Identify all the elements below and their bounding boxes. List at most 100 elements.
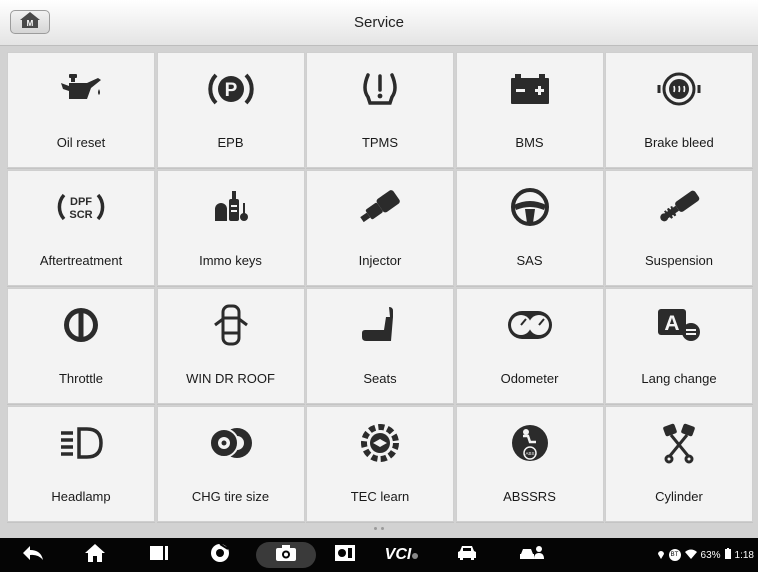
back-arrow-icon <box>22 545 44 566</box>
tile-label: Brake bleed <box>644 135 714 150</box>
tile-throttle[interactable]: Throttle <box>7 288 155 404</box>
user-vehicle-button[interactable] <box>515 538 549 572</box>
tile-label: Injector <box>358 253 402 268</box>
tile-label: Seats <box>363 371 397 386</box>
browser-button[interactable] <box>205 538 235 572</box>
oil-can-icon <box>57 67 105 116</box>
tile-suspension[interactable]: Suspension <box>605 170 753 286</box>
page-indicator <box>372 527 386 533</box>
tile-aftertreatment[interactable]: DPF SCR Aftertreatment <box>7 170 155 286</box>
tile-headlamp[interactable]: Headlamp <box>7 406 155 522</box>
home-button[interactable]: M <box>10 10 50 34</box>
parking-brake-icon: P <box>207 67 255 116</box>
tile-label: TEC learn <box>350 489 410 504</box>
svg-text:P: P <box>224 80 237 101</box>
tile-label: EPB <box>217 135 244 150</box>
home-nav-button[interactable] <box>80 538 110 572</box>
car-front-icon <box>456 544 478 567</box>
wifi-icon <box>684 549 697 562</box>
service-screen: Service M Oil reset P EPB TPMS BMS Brake… <box>0 0 758 572</box>
svg-text:A: A <box>664 312 679 335</box>
abs-srs-icon: ABS <box>506 421 554 470</box>
vci-badge-icon <box>411 546 419 564</box>
tile-label: TPMS <box>361 135 399 150</box>
tile-label: CHG tire size <box>191 489 270 504</box>
tile-label: Throttle <box>58 371 104 386</box>
tile-label: BMS <box>515 135 544 150</box>
location-icon <box>657 549 665 562</box>
svg-text:SCR: SCR <box>69 209 92 221</box>
tile-label: Aftertreatment <box>39 253 123 268</box>
car-top-view-icon <box>207 303 255 352</box>
tile-label: WIN DR ROOF <box>186 371 275 386</box>
screenshot-button[interactable] <box>271 538 301 572</box>
tile-oil-reset[interactable]: Oil reset <box>7 52 155 168</box>
suspension-icon <box>655 185 703 234</box>
tire-pressure-icon <box>356 67 404 116</box>
throttle-icon <box>57 303 105 352</box>
tile-cylinder[interactable]: Cylinder <box>605 406 753 522</box>
brightness-button[interactable] <box>330 538 360 572</box>
tile-label: Odometer <box>500 371 559 386</box>
battery-level-icon <box>724 548 731 562</box>
tile-label: Lang change <box>641 371 717 386</box>
home-icon: M <box>19 11 41 34</box>
vci-button[interactable]: VCI <box>382 538 422 572</box>
tile-brake-bleed[interactable]: Brake bleed <box>605 52 753 168</box>
recent-apps-icon <box>148 544 170 567</box>
user-car-icon <box>519 544 545 567</box>
home-badge: M <box>27 19 34 28</box>
tile-seats[interactable]: Seats <box>306 288 454 404</box>
page-dot <box>381 527 384 530</box>
display-brightness-icon <box>334 544 356 567</box>
tire-size-icon <box>207 421 255 470</box>
battery-icon <box>506 67 554 116</box>
tile-tec-learn[interactable]: TEC learn <box>306 406 454 522</box>
headlamp-icon <box>57 421 105 470</box>
bluetooth-badge: BT <box>668 549 681 561</box>
odometer-icon <box>506 303 554 352</box>
browser-icon <box>210 542 230 568</box>
tile-lang-change[interactable]: A Lang change <box>605 288 753 404</box>
service-grid: Oil reset P EPB TPMS BMS Brake bleed DPF… <box>7 52 753 522</box>
tile-sas[interactable]: SAS <box>455 170 604 286</box>
seat-icon <box>356 303 404 352</box>
tile-win-dr-roof[interactable]: WIN DR ROOF <box>156 288 305 404</box>
svg-text:ABS: ABS <box>525 451 534 456</box>
cylinder-icon <box>655 421 703 470</box>
tile-injector[interactable]: Injector <box>306 170 454 286</box>
page-dot <box>374 527 377 530</box>
tile-epb[interactable]: P EPB <box>156 52 305 168</box>
injector-icon <box>356 185 404 234</box>
tile-label: Headlamp <box>51 489 111 504</box>
system-navigation-bar: VCI BT 63% 1:18 <box>0 538 758 572</box>
svg-text:DPF: DPF <box>70 196 92 208</box>
vehicle-button[interactable] <box>452 538 482 572</box>
tile-label: ABSSRS <box>503 489 556 504</box>
house-icon <box>84 543 106 568</box>
clock: 1:18 <box>734 549 754 561</box>
brake-bleed-icon <box>655 67 703 116</box>
tile-label: Immo keys <box>199 253 262 268</box>
tile-label: Suspension <box>645 253 713 268</box>
tile-immo-keys[interactable]: Immo keys <box>156 170 305 286</box>
battery-percent: 63% <box>700 549 721 561</box>
page-title: Service <box>353 14 405 31</box>
status-area: BT 63% 1:18 <box>657 538 754 572</box>
tile-label: Cylinder <box>655 489 703 504</box>
tile-odometer[interactable]: Odometer <box>455 288 604 404</box>
tile-chg-tire-size[interactable]: CHG tire size <box>156 406 305 522</box>
tile-tpms[interactable]: TPMS <box>306 52 454 168</box>
recent-apps-button[interactable] <box>144 538 174 572</box>
dpf-scr-icon: DPF SCR <box>57 185 105 234</box>
tile-label: SAS <box>516 253 543 268</box>
tile-bms[interactable]: BMS <box>455 52 604 168</box>
language-icon: A <box>655 303 703 352</box>
header-bar: Service M <box>0 0 758 46</box>
tile-abssrs[interactable]: ABS ABSSRS <box>455 406 604 522</box>
back-button[interactable] <box>18 538 48 572</box>
tile-label: Oil reset <box>56 135 106 150</box>
steering-wheel-icon <box>506 185 554 234</box>
immo-key-icon <box>207 185 255 234</box>
tec-learn-icon <box>356 421 404 470</box>
